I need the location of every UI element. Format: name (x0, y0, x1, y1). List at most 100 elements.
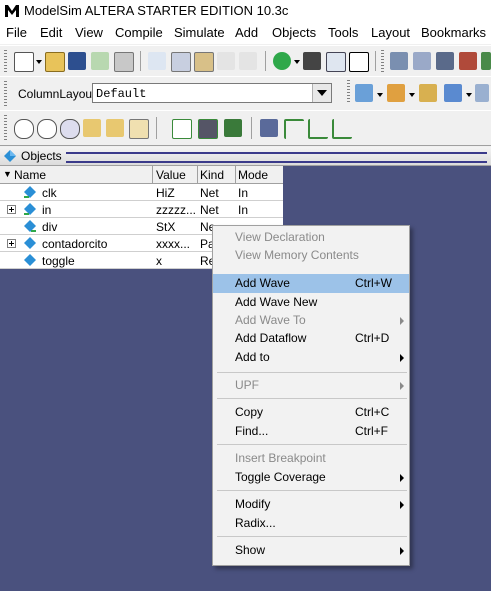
context-menu: View Declaration View Memory Contents Ad… (212, 225, 410, 566)
layout-icon-4[interactable] (444, 84, 462, 102)
copy-icon[interactable] (171, 52, 191, 72)
menu-add[interactable]: Add (235, 25, 258, 40)
save-icon[interactable] (68, 52, 86, 70)
object-kind: Net (200, 186, 219, 200)
menu-bar: File Edit View Compile Simulate Add Obje… (0, 22, 491, 44)
cut-icon[interactable] (148, 52, 166, 70)
object-value: zzzzz... (156, 203, 196, 217)
shortcut-label: Ctrl+C (355, 405, 390, 419)
undo-icon[interactable] (217, 52, 235, 70)
wave-format-icon-1[interactable] (172, 119, 192, 139)
object-name: clk (42, 186, 57, 200)
menu-item-modify[interactable]: Modify (213, 495, 409, 514)
menu-item-copy[interactable]: Copy Ctrl+C (213, 403, 409, 422)
menu-item-insert-breakpoint[interactable]: Insert Breakpoint (213, 449, 409, 468)
submenu-arrow-icon (400, 547, 404, 555)
simulate-icon[interactable] (436, 52, 454, 70)
signal-icon (24, 237, 36, 249)
add-icon[interactable] (273, 52, 291, 70)
redo-icon[interactable] (239, 52, 257, 70)
menu-view[interactable]: View (75, 25, 103, 40)
submenu-arrow-icon (400, 501, 404, 509)
menu-item-view-memory-contents[interactable]: View Memory Contents (213, 246, 409, 265)
wave-edit-icon-1[interactable] (260, 119, 278, 137)
wave-edit-icon-2[interactable] (284, 119, 304, 139)
panel-drag-bar[interactable] (66, 152, 487, 163)
column-kind-header[interactable]: Kind (200, 168, 224, 182)
menu-separator (217, 536, 407, 537)
column-mode-header[interactable]: Mode (238, 168, 268, 182)
cursor-icon-2[interactable] (106, 119, 124, 137)
column-value-header[interactable]: Value (156, 168, 186, 182)
compile-all-icon[interactable] (413, 52, 431, 70)
expand-icon[interactable] (7, 205, 16, 214)
run-icon[interactable] (481, 52, 491, 70)
menu-file[interactable]: File (6, 25, 27, 40)
submenu-arrow-icon (400, 474, 404, 482)
sort-arrow-icon[interactable]: ▼ (3, 169, 12, 179)
object-value: StX (156, 220, 176, 234)
menu-item-show[interactable]: Show (213, 541, 409, 560)
column-layout-label: ColumnLayout (18, 87, 96, 101)
menu-edit[interactable]: Edit (40, 25, 62, 40)
signal-icon (24, 220, 36, 232)
reload-icon[interactable] (91, 52, 109, 70)
wave-edit-icon-3[interactable] (308, 119, 328, 139)
menu-item-add-to[interactable]: Add to (213, 348, 409, 367)
memory-icon[interactable] (349, 52, 369, 72)
zoom-out-icon[interactable] (37, 119, 57, 139)
menu-tools[interactable]: Tools (328, 25, 358, 40)
column-layout-select[interactable]: Default (92, 83, 332, 103)
menu-layout[interactable]: Layout (371, 25, 410, 40)
menu-item-add-wave[interactable]: Add Wave Ctrl+W (213, 274, 409, 293)
modelsim-logo-icon (5, 5, 19, 17)
object-value: xxxx... (156, 237, 191, 251)
break-icon[interactable] (459, 52, 477, 70)
paste-icon[interactable] (194, 52, 214, 72)
menu-item-upf[interactable]: UPF (213, 376, 409, 395)
menu-separator (217, 490, 407, 491)
zoom-in-icon[interactable] (14, 119, 34, 139)
expand-icon[interactable] (7, 239, 16, 248)
layout-icon-2[interactable] (387, 84, 405, 102)
signal-icon (24, 186, 36, 198)
cursor-icon-1[interactable] (83, 119, 101, 137)
menu-item-add-wave-to[interactable]: Add Wave To (213, 311, 409, 330)
wave-edit-icon-4[interactable] (332, 119, 352, 139)
menu-separator (217, 444, 407, 445)
hierarchy-icon[interactable] (326, 52, 346, 72)
wave-toolbar (0, 110, 491, 146)
table-row[interactable]: clk HiZ Net In (0, 184, 283, 201)
shortcut-label: Ctrl+W (355, 276, 392, 290)
cursor-icon-3[interactable] (129, 119, 149, 139)
wave-format-icon-3[interactable] (224, 119, 242, 137)
menu-compile[interactable]: Compile (115, 25, 163, 40)
menu-item-find[interactable]: Find... Ctrl+F (213, 422, 409, 441)
print-icon[interactable] (114, 52, 134, 72)
menu-item-add-dataflow[interactable]: Add Dataflow Ctrl+D (213, 329, 409, 348)
menu-objects[interactable]: Objects (272, 25, 316, 40)
chevron-down-icon[interactable] (312, 84, 331, 102)
menu-simulate[interactable]: Simulate (174, 25, 225, 40)
column-name-header[interactable]: Name (14, 168, 46, 182)
layout-icon-1[interactable] (355, 84, 373, 102)
zoom-full-icon[interactable] (60, 119, 80, 139)
menu-bookmarks[interactable]: Bookmarks (421, 25, 486, 40)
layout-icon-5[interactable] (475, 84, 489, 102)
compile-icon[interactable] (390, 52, 408, 70)
object-name: toggle (42, 254, 75, 268)
objects-panel-header: Objects (0, 147, 491, 166)
signal-icon (24, 203, 36, 215)
new-file-icon[interactable] (14, 52, 34, 72)
find-binoculars-icon[interactable] (303, 52, 321, 70)
open-folder-icon[interactable] (45, 52, 65, 72)
wave-format-icon-2[interactable] (198, 119, 218, 139)
object-name: div (42, 220, 58, 234)
menu-item-view-declaration[interactable]: View Declaration (213, 228, 409, 247)
menu-item-radix[interactable]: Radix... (213, 514, 409, 533)
menu-item-add-wave-new[interactable]: Add Wave New (213, 293, 409, 312)
menu-separator (217, 372, 407, 373)
table-row[interactable]: in zzzzz... Net In (0, 201, 283, 218)
layout-icon-3[interactable] (419, 84, 437, 102)
menu-item-toggle-coverage[interactable]: Toggle Coverage (213, 468, 409, 487)
